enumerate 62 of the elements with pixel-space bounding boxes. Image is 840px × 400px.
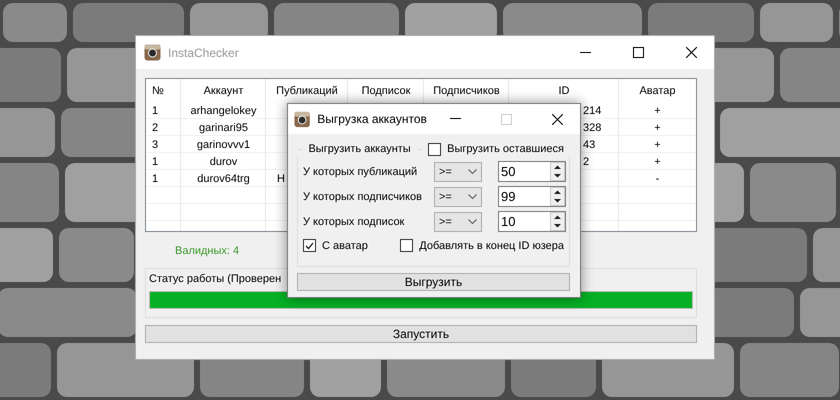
filter-label: У которых подписок: [303, 216, 406, 228]
column-header[interactable]: Подписчиков: [433, 84, 500, 96]
table-cell: Н: [277, 172, 285, 184]
maximize-icon[interactable]: [632, 47, 644, 58]
group-label: Выгрузить аккаунты: [308, 143, 411, 155]
filter-label: У которых публикаций: [303, 166, 418, 178]
close-icon[interactable]: [552, 114, 564, 124]
minimize-icon[interactable]: [450, 118, 462, 120]
table-cell: 43: [583, 138, 596, 150]
table-cell: +: [654, 138, 661, 150]
checkbox[interactable]: [400, 239, 414, 252]
status-label: Статус работы (Проверен: [149, 273, 282, 285]
export-button[interactable]: Выгрузить: [297, 273, 570, 291]
table-cell: garinovvv1: [196, 138, 250, 150]
table-cell: 2: [583, 156, 590, 168]
close-icon[interactable]: [686, 47, 696, 58]
column-header[interactable]: Аккаунт: [204, 84, 244, 96]
spinner-arrows-icon[interactable]: [550, 162, 565, 181]
column-header[interactable]: Публикаций: [276, 84, 338, 96]
camera-icon: [294, 110, 310, 128]
number-field[interactable]: 10: [498, 211, 566, 232]
table-cell: durov: [210, 156, 238, 168]
column-header[interactable]: Подписок: [362, 84, 410, 96]
spinner-arrows-icon[interactable]: [550, 187, 565, 206]
number-field[interactable]: 50: [498, 161, 566, 182]
table-cell: 1: [152, 156, 158, 168]
chevron-icon: [468, 194, 477, 199]
checkbox-label[interactable]: Добавлять в конец ID юзера: [419, 240, 564, 252]
table-cell: +: [654, 122, 661, 134]
camera-icon: [144, 44, 161, 61]
column-header[interactable]: №: [152, 84, 164, 96]
checkbox-label[interactable]: С аватар: [322, 240, 368, 252]
start-button[interactable]: Запустить: [145, 325, 697, 343]
table-cell: 214: [583, 104, 602, 116]
number-field[interactable]: 99: [498, 186, 566, 207]
table-cell: 2: [152, 122, 158, 134]
table-cell: garinari95: [199, 122, 248, 134]
chevron-icon: [468, 219, 477, 224]
table-cell: +: [654, 104, 661, 116]
table-cell: 3: [152, 138, 158, 150]
minimize-icon[interactable]: [580, 52, 590, 54]
column-header[interactable]: Аватар: [639, 84, 676, 96]
dialog-title: Выгрузка аккаунтов: [317, 112, 427, 126]
table-cell: 328: [583, 122, 602, 134]
spinner-arrows-icon[interactable]: [550, 212, 565, 231]
chevron-icon: [468, 169, 477, 174]
table-cell: 1: [152, 104, 158, 116]
filter-label: У которых подписчиков: [303, 190, 423, 202]
checkbox[interactable]: [428, 142, 442, 156]
checkbox-label[interactable]: Выгрузить оставшиеся: [447, 143, 564, 155]
table-cell: arhangelokey: [190, 104, 257, 116]
table-cell: -: [656, 172, 660, 184]
table-cell: 1: [152, 172, 158, 184]
checkbox[interactable]: [303, 239, 316, 252]
valid-count: Валидных: 4: [175, 245, 240, 259]
column-header[interactable]: ID: [558, 84, 570, 96]
operator-dropdown[interactable]: >=: [434, 212, 482, 232]
operator-dropdown[interactable]: >=: [434, 186, 482, 206]
table-cell: +: [654, 156, 661, 168]
window-title: InstaChecker: [168, 46, 239, 60]
table-cell: durov64trg: [197, 172, 250, 184]
operator-dropdown[interactable]: >=: [434, 162, 482, 182]
